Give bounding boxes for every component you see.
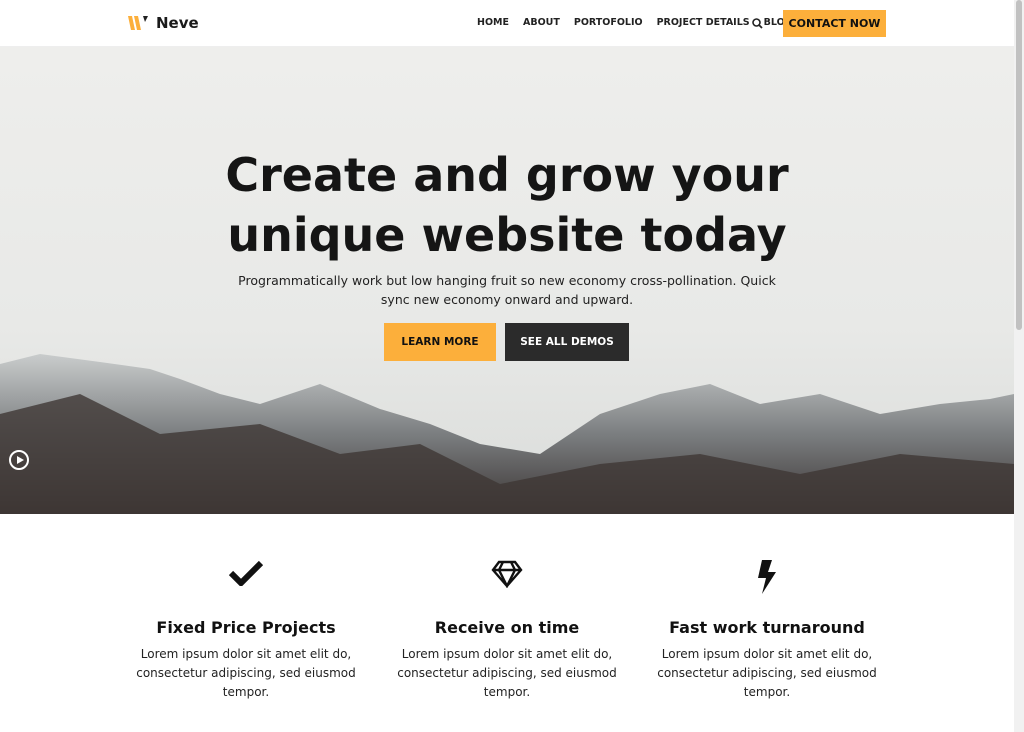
hero-title-line1: Create and grow your xyxy=(225,148,789,202)
feature-title: Fast work turnaround xyxy=(669,618,865,637)
learn-more-button[interactable]: LEARN MORE xyxy=(384,323,496,361)
hero-title-line2: unique website today xyxy=(227,208,787,262)
nav-portfolio[interactable]: PORTOFOLIO xyxy=(574,17,643,28)
diamond-icon xyxy=(491,560,523,589)
feature-title: Fixed Price Projects xyxy=(156,618,336,637)
site-header: Neve HOME ABOUT PORTOFOLIO PROJECT DETAI… xyxy=(0,0,1014,47)
search-icon[interactable] xyxy=(752,18,763,29)
scrollbar-thumb[interactable] xyxy=(1016,0,1022,330)
logo[interactable]: Neve xyxy=(128,14,199,32)
feature-receive-on-time: Receive on time Lorem ipsum dolor sit am… xyxy=(377,560,637,702)
hero-title: Create and grow your unique website today xyxy=(0,145,1014,265)
nav-home[interactable]: HOME xyxy=(477,17,509,28)
play-video-icon[interactable] xyxy=(9,450,29,470)
hero-section: Create and grow your unique website today… xyxy=(0,47,1014,514)
main-nav: HOME ABOUT PORTOFOLIO PROJECT DETAILS BL… xyxy=(477,17,792,28)
neve-logo-icon xyxy=(128,16,148,30)
hero-subtitle: Programmatically work but low hanging fr… xyxy=(238,273,776,307)
see-all-demos-button[interactable]: SEE ALL DEMOS xyxy=(505,323,629,361)
feature-title: Receive on time xyxy=(434,618,580,637)
mountain-image xyxy=(0,354,1014,514)
contact-now-button[interactable]: CONTACT NOW xyxy=(783,10,886,37)
feature-text: Lorem ipsum dolor sit amet elit do, cons… xyxy=(657,647,877,699)
lightning-icon xyxy=(758,560,776,594)
scrollbar[interactable] xyxy=(1014,0,1024,732)
checkmark-icon xyxy=(228,560,264,588)
feature-fast-turnaround: Fast work turnaround Lorem ipsum dolor s… xyxy=(637,560,897,702)
nav-project-details[interactable]: PROJECT DETAILS xyxy=(657,17,750,28)
brand-name: Neve xyxy=(156,14,199,32)
feature-text: Lorem ipsum dolor sit amet elit do, cons… xyxy=(136,647,356,699)
feature-text: Lorem ipsum dolor sit amet elit do, cons… xyxy=(397,647,617,699)
feature-fixed-price: Fixed Price Projects Lorem ipsum dolor s… xyxy=(116,560,376,702)
nav-about[interactable]: ABOUT xyxy=(523,17,560,28)
